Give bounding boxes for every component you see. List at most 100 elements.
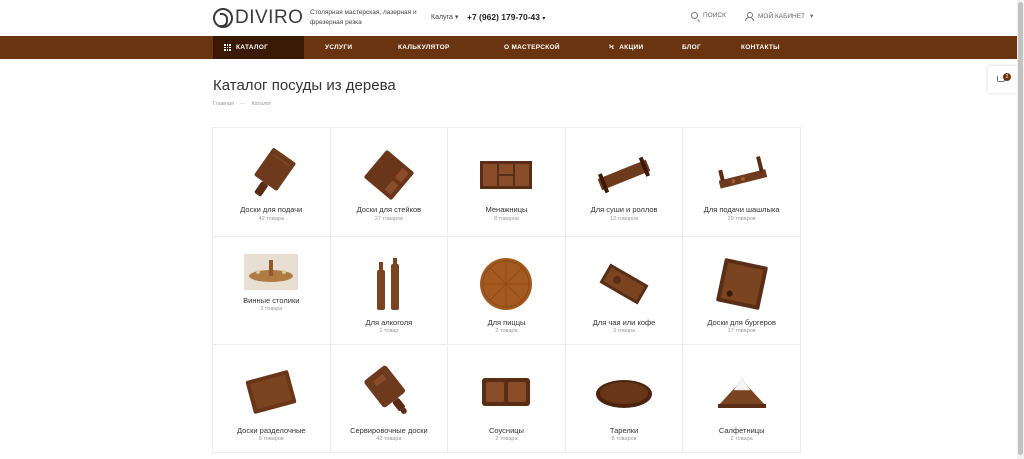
category-name: Для подачи шашлыка bbox=[703, 205, 780, 214]
nav-label: Каталог bbox=[236, 44, 269, 51]
category-card[interactable]: Для подачи шашлыка 29 товаров bbox=[683, 128, 801, 237]
category-name: Менажницы bbox=[485, 205, 528, 214]
shashlik-board-icon bbox=[712, 146, 772, 204]
user-icon bbox=[745, 12, 754, 21]
phone-number: +7 (962) 179-70-43 bbox=[467, 12, 541, 22]
nav-label: О мастерской bbox=[504, 44, 560, 51]
breadcrumb-home[interactable]: Главная bbox=[213, 101, 234, 107]
account-label: Мой кабинет bbox=[758, 12, 806, 20]
nav-item-services[interactable]: Услуги bbox=[325, 36, 352, 59]
category-count: 42 товара bbox=[376, 436, 402, 442]
category-count: 29 товаров bbox=[727, 216, 756, 222]
nav-item-calculator[interactable]: Калькулятор bbox=[398, 36, 450, 59]
category-card[interactable]: Доски для бургеров 17 товаров bbox=[683, 237, 801, 345]
wine-table-photo bbox=[244, 252, 299, 292]
chevron-down-icon: ▾ bbox=[810, 13, 814, 20]
category-name: Тарелки bbox=[609, 426, 639, 435]
account-button[interactable]: Мой кабинет ▾ bbox=[745, 12, 814, 21]
category-card[interactable]: Доски для стейков 27 товаров bbox=[330, 128, 449, 237]
category-count: 8 товаров bbox=[611, 436, 637, 442]
category-count: 8 товаров bbox=[258, 436, 284, 442]
search-icon bbox=[691, 12, 698, 19]
nav-label: Услуги bbox=[325, 44, 353, 51]
nav-item-about[interactable]: О мастерской bbox=[504, 36, 560, 59]
category-count: 17 товаров bbox=[727, 328, 756, 334]
chevron-down-icon: ▾ bbox=[542, 16, 546, 22]
serving-board-icon bbox=[241, 146, 301, 204]
category-name: Винные столики bbox=[243, 296, 300, 305]
category-name: Соусницы bbox=[489, 426, 524, 435]
scrollbar-thumb[interactable] bbox=[1018, 2, 1023, 455]
category-name: Сервировочные доски bbox=[350, 426, 428, 435]
category-card[interactable]: Винные столики 3 товара bbox=[213, 237, 331, 345]
pizza-board-icon bbox=[476, 255, 536, 313]
nav-label: Калькулятор bbox=[398, 44, 450, 51]
category-name: Салфетницы bbox=[718, 426, 765, 435]
cutting-board-icon bbox=[241, 363, 301, 421]
cart-count-badge: 2 bbox=[1003, 73, 1011, 81]
category-card[interactable]: Менажницы 8 товаров bbox=[448, 128, 566, 237]
burger-board-icon bbox=[712, 255, 772, 313]
category-count: 42 товара bbox=[258, 216, 284, 222]
category-card[interactable]: Доски для подачи 42 товара bbox=[213, 128, 331, 237]
category-name: Для алкоголя bbox=[365, 318, 413, 327]
category-card[interactable]: Салфетницы 2 товара bbox=[683, 345, 801, 453]
nav-item-blog[interactable]: Блог bbox=[682, 36, 701, 59]
breadcrumb-current: Каталог bbox=[251, 101, 272, 107]
category-card[interactable]: Тарелки 8 товаров bbox=[565, 345, 684, 453]
grid-icon bbox=[224, 44, 231, 51]
category-name: Для суши и роллов bbox=[590, 205, 658, 214]
logo-mark-icon bbox=[213, 8, 233, 28]
serving-board-handle-icon bbox=[359, 363, 419, 421]
category-count: 3 товара bbox=[613, 328, 636, 334]
category-count: 12 товаров bbox=[610, 216, 639, 222]
category-grid: Доски для подачи 42 товара Доски для сте… bbox=[212, 127, 801, 453]
nav-label: Контакты bbox=[741, 44, 780, 51]
nav-label: Акции bbox=[619, 44, 644, 51]
category-name: Доски для стейков bbox=[356, 205, 422, 214]
city-selector[interactable]: Калуга ▾ bbox=[431, 13, 458, 21]
category-card[interactable]: Соусницы 2 товара bbox=[448, 345, 566, 453]
logo[interactable]: DIVIRO bbox=[213, 7, 303, 29]
category-count: 3 товара bbox=[260, 306, 283, 312]
search-label: Поиск bbox=[703, 12, 726, 19]
floating-cart[interactable]: 2 bbox=[988, 66, 1017, 93]
search-button[interactable]: Поиск bbox=[691, 12, 726, 19]
lightning-icon: ϟ bbox=[609, 44, 615, 51]
chevron-down-icon: ▾ bbox=[454, 14, 459, 21]
category-card[interactable]: Для чая или кофе 3 товара bbox=[565, 237, 684, 345]
main-nav: Каталог Услуги Калькулятор О мастерской … bbox=[0, 36, 1017, 59]
category-card[interactable]: Доски разделочные 8 товаров bbox=[213, 345, 331, 453]
category-name: Доски для бургеров bbox=[707, 318, 776, 327]
city-label: Калуга bbox=[431, 14, 453, 21]
site-header: DIVIRO Столярная мастерская, лазерная и … bbox=[0, 0, 1017, 36]
sauce-dish-icon bbox=[476, 363, 536, 421]
category-count: 8 товаров bbox=[493, 216, 520, 222]
alcohol-holder-icon bbox=[359, 255, 419, 313]
category-card[interactable]: Для суши и роллов 12 товаров bbox=[565, 128, 684, 237]
nav-item-contacts[interactable]: Контакты bbox=[741, 36, 780, 59]
scrollbar[interactable] bbox=[1017, 0, 1024, 459]
nav-label: Блог bbox=[682, 44, 702, 51]
category-card[interactable]: Сервировочные доски 42 товара bbox=[330, 345, 449, 453]
category-count: 2 товара bbox=[495, 436, 518, 442]
menazhnitsa-icon bbox=[476, 146, 536, 204]
category-card[interactable]: Для алкоголя 1 товар bbox=[330, 237, 449, 345]
nav-item-catalog[interactable]: Каталог bbox=[213, 36, 304, 59]
steak-board-icon bbox=[359, 146, 419, 204]
breadcrumb-separator: — bbox=[239, 101, 246, 107]
breadcrumb: Главная — Каталог bbox=[213, 101, 271, 107]
category-count: 27 товаров bbox=[374, 216, 403, 222]
tagline: Столярная мастерская, лазерная и фрезерн… bbox=[310, 9, 417, 26]
category-name: Доски для подачи bbox=[240, 205, 303, 214]
category-count: 1 товар bbox=[379, 328, 399, 334]
category-name: Для чая или кофе bbox=[592, 318, 656, 327]
sushi-board-icon bbox=[594, 146, 654, 204]
category-name: Доски разделочные bbox=[237, 426, 306, 435]
plate-icon bbox=[594, 363, 654, 421]
category-name: Для пиццы bbox=[487, 318, 526, 327]
phone-link[interactable]: +7 (962) 179-70-43 ▾ bbox=[467, 12, 545, 22]
nav-item-promo[interactable]: ϟ Акции bbox=[609, 36, 643, 59]
category-card[interactable]: Для пиццы 2 товара bbox=[448, 237, 566, 345]
page-title: Каталог посуды из дерева bbox=[213, 77, 396, 94]
